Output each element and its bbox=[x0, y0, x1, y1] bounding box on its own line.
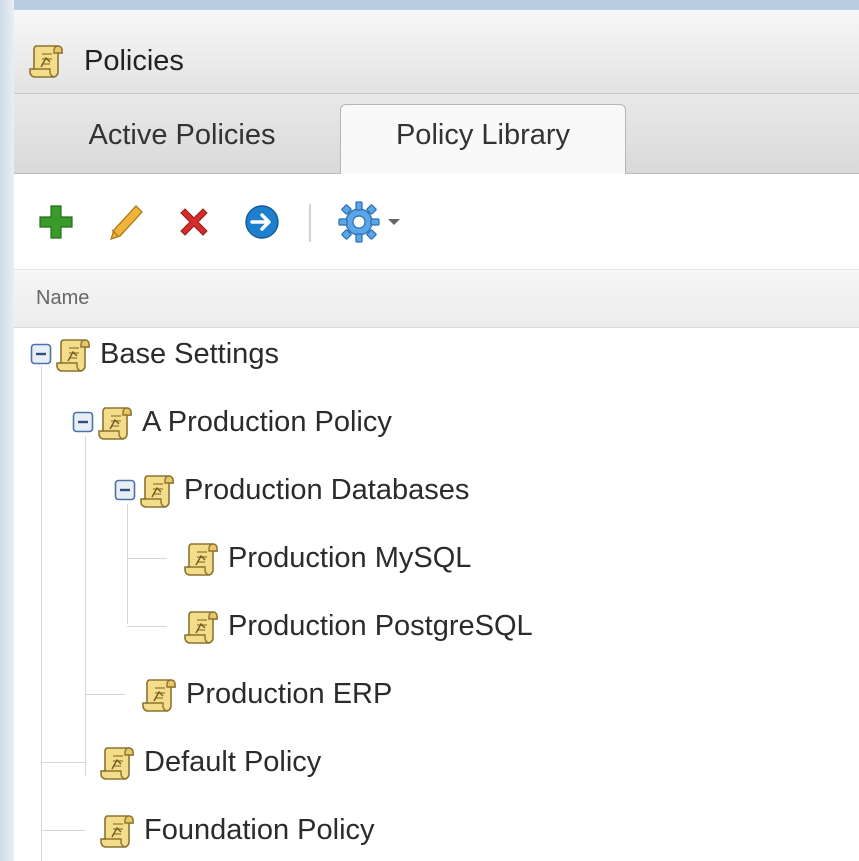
gear-icon bbox=[338, 201, 380, 243]
collapse-icon[interactable] bbox=[72, 411, 94, 433]
window-left-border bbox=[0, 0, 14, 861]
tree-item-production-postgresql[interactable]: Production PostgreSQL bbox=[184, 604, 533, 648]
policy-scroll-icon bbox=[28, 40, 66, 80]
policies-window: Policies Active Policies Policy Library bbox=[0, 0, 859, 861]
tab-policy-library[interactable]: Policy Library bbox=[340, 104, 626, 174]
policy-scroll-icon bbox=[98, 402, 134, 442]
tree-line bbox=[41, 762, 85, 763]
arrow-right-circle-icon bbox=[245, 205, 279, 239]
policy-scroll-icon bbox=[100, 742, 136, 782]
tree-item-label[interactable]: Base Settings bbox=[100, 338, 279, 371]
tree-item-default-policy[interactable]: Default Policy bbox=[100, 740, 321, 784]
policy-tree: Base Settings A Production Policy Produc… bbox=[14, 328, 859, 861]
edit-button[interactable] bbox=[104, 200, 148, 244]
toolbar-separator bbox=[309, 204, 311, 242]
tree-item-production-mysql[interactable]: Production MySQL bbox=[184, 536, 471, 580]
tab-active-policies[interactable]: Active Policies bbox=[52, 119, 312, 152]
x-icon bbox=[180, 208, 208, 236]
apply-button[interactable] bbox=[240, 200, 284, 244]
tree-line bbox=[41, 830, 85, 831]
policy-scroll-icon bbox=[184, 606, 220, 646]
policy-scroll-icon bbox=[184, 538, 220, 578]
title-bar: Policies bbox=[14, 10, 859, 94]
tree-item-a-production-policy[interactable]: A Production Policy bbox=[72, 400, 392, 444]
window-title: Policies bbox=[84, 45, 184, 77]
chevron-down-icon bbox=[388, 219, 400, 225]
pencil-icon bbox=[109, 205, 143, 241]
policy-scroll-icon bbox=[142, 674, 178, 714]
tree-item-label[interactable]: A Production Policy bbox=[142, 406, 392, 439]
column-header[interactable]: Name bbox=[14, 270, 859, 328]
column-name-label: Name bbox=[36, 287, 90, 309]
delete-button[interactable] bbox=[172, 200, 216, 244]
toolbar bbox=[14, 174, 859, 270]
tree-item-label[interactable]: Production MySQL bbox=[228, 542, 471, 575]
tree-item-label[interactable]: Production Databases bbox=[184, 474, 469, 507]
tree-line bbox=[127, 626, 167, 627]
tree-line bbox=[85, 694, 125, 695]
tree-item-label[interactable]: Foundation Policy bbox=[144, 814, 375, 847]
settings-menu-button[interactable] bbox=[336, 200, 416, 244]
tree-line bbox=[127, 558, 167, 559]
window-top-border bbox=[0, 0, 859, 10]
collapse-icon[interactable] bbox=[114, 479, 136, 501]
tree-line bbox=[41, 366, 42, 861]
policy-scroll-icon bbox=[56, 334, 92, 374]
tab-bar: Active Policies Policy Library bbox=[14, 94, 859, 174]
tree-item-label[interactable]: Production ERP bbox=[186, 678, 392, 711]
tree-line bbox=[85, 436, 86, 776]
tree-line bbox=[127, 504, 128, 624]
tree-item-base-settings[interactable]: Base Settings bbox=[30, 332, 279, 376]
policy-scroll-icon bbox=[100, 810, 136, 850]
tree-item-production-databases[interactable]: Production Databases bbox=[114, 468, 469, 512]
tree-item-production-erp[interactable]: Production ERP bbox=[142, 672, 392, 716]
tree-item-label[interactable]: Default Policy bbox=[144, 746, 321, 779]
policy-scroll-icon bbox=[140, 470, 176, 510]
tree-item-label[interactable]: Production PostgreSQL bbox=[228, 610, 533, 643]
add-button[interactable] bbox=[34, 200, 78, 244]
plus-icon bbox=[39, 205, 73, 239]
collapse-icon[interactable] bbox=[30, 343, 52, 365]
tree-item-foundation-policy[interactable]: Foundation Policy bbox=[100, 808, 375, 852]
